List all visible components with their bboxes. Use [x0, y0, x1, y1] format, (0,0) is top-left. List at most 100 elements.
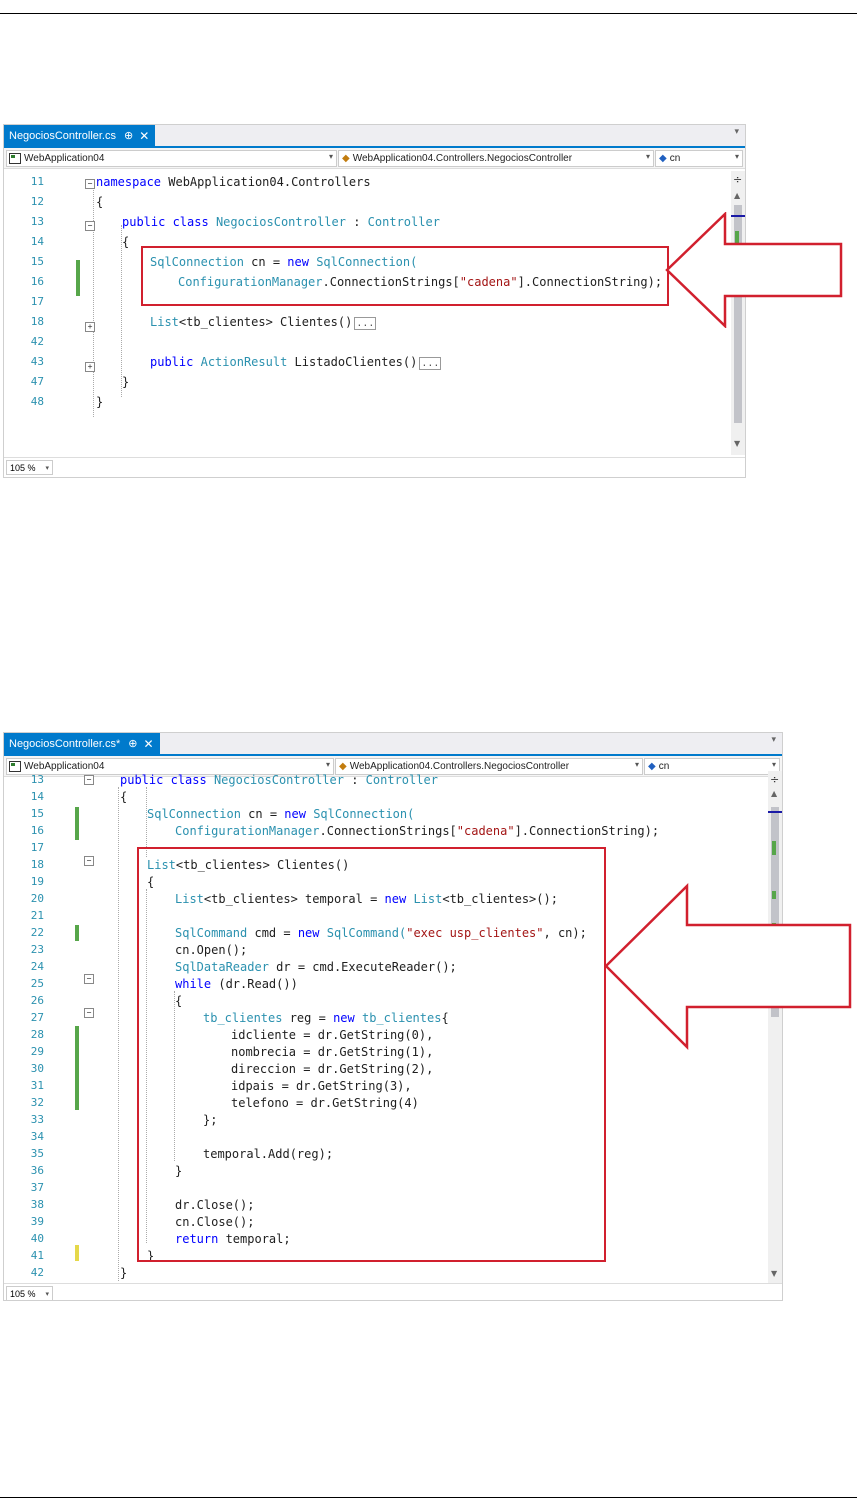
pin-icon[interactable]: ⊕ [124, 129, 133, 142]
arrow-icon [604, 883, 852, 1050]
arrow-icon [665, 212, 843, 328]
field-icon: ◆ [659, 153, 667, 164]
member-dropdown[interactable]: ◆ cn ▾ [655, 150, 743, 167]
line-number: 37 [30, 1181, 44, 1194]
line-number: 43 [30, 355, 44, 368]
collapsed-region[interactable]: ... [419, 357, 442, 370]
line-number: 47 [30, 375, 44, 388]
line-number: 14 [30, 790, 44, 803]
scroll-up-icon[interactable]: ▲ [734, 191, 740, 200]
line-number: 29 [30, 1045, 44, 1058]
navigation-bar: WebApplication04 ▾ ◆ WebApplication04.Co… [4, 148, 745, 169]
collapse-icon[interactable]: − [84, 1008, 94, 1018]
line-number: 18 [30, 315, 44, 328]
project-dropdown[interactable]: WebApplication04 ▾ [6, 150, 337, 167]
line-number: 48 [30, 395, 44, 408]
chevron-down-icon: ▾ [328, 152, 333, 161]
line-number: 36 [30, 1164, 44, 1177]
line-number: 11 [30, 175, 44, 188]
collapse-icon[interactable]: − [84, 974, 94, 984]
line-number: 42 [30, 1266, 44, 1279]
line-number: 24 [30, 960, 44, 973]
split-icon[interactable]: ÷ [770, 773, 779, 786]
zoom-bar: 105 % ▾ [4, 457, 745, 476]
chevron-down-icon: ▾ [45, 464, 50, 472]
highlight-box [137, 847, 606, 1262]
line-number: 30 [30, 1062, 44, 1075]
line-number: 27 [30, 1011, 44, 1024]
chevron-down-icon: ▾ [45, 1290, 50, 1298]
code-line: 48} [4, 395, 731, 415]
line-number: 16 [30, 275, 44, 288]
line-number: 14 [30, 235, 44, 248]
line-number: 42 [30, 335, 44, 348]
line-number: 19 [30, 875, 44, 888]
tab-strip: NegociosController.cs* ⊕ ✕ ▾ [4, 733, 782, 756]
code-line: 11 namespace WebApplication04.Controllers [4, 175, 731, 195]
chevron-down-icon: ▾ [325, 760, 330, 769]
code-area[interactable]: − − + + 11 namespace WebApplication04.Con… [4, 171, 731, 455]
line-number: 40 [30, 1232, 44, 1245]
tab-negocios-controller[interactable]: NegociosController.cs ⊕ ✕ [4, 125, 156, 146]
chevron-down-icon: ▾ [734, 152, 739, 161]
line-number: 18 [30, 858, 44, 871]
change-indicator [75, 1026, 79, 1110]
class-icon: ◆ [342, 153, 350, 164]
line-number: 12 [30, 195, 44, 208]
line-number: 17 [30, 295, 44, 308]
line-number: 31 [30, 1079, 44, 1092]
scroll-down-icon[interactable]: ▼ [771, 1269, 777, 1278]
line-number: 16 [30, 824, 44, 837]
line-number: 39 [30, 1215, 44, 1228]
scroll-up-icon[interactable]: ▲ [771, 789, 777, 798]
chevron-down-icon[interactable]: ▾ [734, 127, 739, 137]
line-number: 25 [30, 977, 44, 990]
project-icon [9, 153, 21, 164]
code-line: 18 List<tb_clientes> Clientes()... [4, 315, 731, 335]
code-editor-1: NegociosController.cs ⊕ ✕ ▾ WebApplicati… [3, 124, 746, 478]
collapse-icon[interactable]: − [84, 856, 94, 866]
page-top-rule [0, 13, 857, 14]
split-icon[interactable]: ÷ [733, 173, 742, 186]
tab-negocios-controller[interactable]: NegociosController.cs* ⊕ ✕ [4, 733, 160, 754]
code-line: 43 public ActionResult ListadoClientes().… [4, 355, 731, 375]
tab-label: NegociosController.cs [9, 129, 116, 142]
collapsed-region[interactable]: ... [354, 317, 377, 330]
zoom-dropdown[interactable]: 105 % ▾ [6, 460, 54, 475]
chevron-down-icon[interactable]: ▾ [771, 735, 776, 745]
code-line: 47} [4, 375, 731, 395]
line-number: 23 [30, 943, 44, 956]
code-line: 13 public class NegociosController : Cont… [4, 215, 731, 235]
zoom-bar: 105 % ▾ [4, 1283, 782, 1300]
line-number: 35 [30, 1147, 44, 1160]
line-number: 22 [30, 926, 44, 939]
code-line: 42 [4, 335, 731, 355]
highlight-box [141, 246, 669, 306]
close-icon[interactable]: ✕ [139, 129, 149, 143]
code-line: 12{ [4, 195, 731, 215]
scroll-down-icon[interactable]: ▼ [734, 439, 740, 448]
change-indicator [75, 925, 79, 941]
pin-icon[interactable]: ⊕ [128, 737, 137, 750]
zoom-dropdown[interactable]: 105 % ▾ [6, 1286, 54, 1300]
line-number: 34 [30, 1130, 44, 1143]
class-dropdown[interactable]: ◆ WebApplication04.Controllers.NegociosC… [338, 150, 654, 167]
caret-marker [768, 811, 782, 813]
line-number: 33 [30, 1113, 44, 1126]
indent-guide [118, 787, 119, 1281]
tab-strip: NegociosController.cs ⊕ ✕ ▾ [4, 125, 745, 148]
change-marker [772, 841, 776, 855]
line-number: 20 [30, 892, 44, 905]
chevron-down-icon: ▾ [645, 152, 650, 161]
line-number: 17 [30, 841, 44, 854]
line-number: 41 [30, 1249, 44, 1262]
tab-label: NegociosController.cs* [9, 737, 121, 750]
line-number: 13 [30, 773, 44, 786]
line-number: 26 [30, 994, 44, 1007]
close-icon[interactable]: ✕ [144, 737, 154, 751]
line-number: 38 [30, 1198, 44, 1211]
line-number: 15 [30, 255, 44, 268]
line-number: 15 [30, 807, 44, 820]
line-number: 21 [30, 909, 44, 922]
collapse-icon[interactable]: − [84, 775, 94, 785]
